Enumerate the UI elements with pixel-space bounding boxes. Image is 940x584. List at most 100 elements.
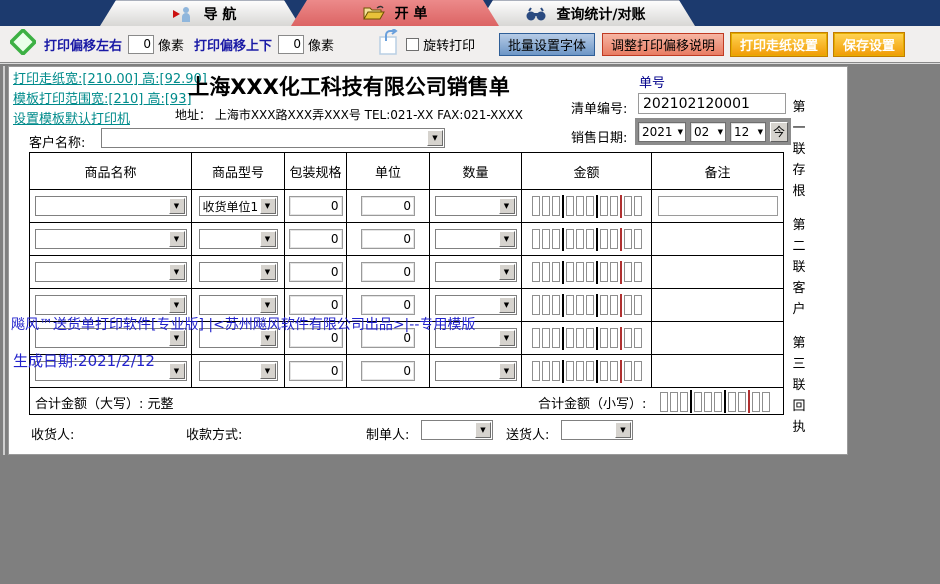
tab-query-stats[interactable]: 查询统计/对账 — [477, 0, 695, 26]
quantity-dropdown[interactable]: ▼ — [435, 262, 517, 282]
quantity-dropdown[interactable]: ▼ — [435, 328, 517, 348]
amount-grid[interactable] — [532, 228, 642, 251]
table-row: ▼ ▼ ▼ — [30, 223, 783, 256]
spec-input[interactable] — [289, 196, 343, 216]
unit-input[interactable] — [361, 328, 415, 348]
save-settings-button[interactable]: 保存设置 — [834, 33, 904, 56]
product-model-dropdown[interactable]: ▼ — [199, 229, 278, 249]
chevron-down-icon: ▼ — [499, 297, 515, 313]
product-name-dropdown[interactable]: ▼ — [35, 196, 187, 216]
rotate-print-checkbox[interactable] — [406, 38, 419, 51]
col-header-amount: 金额 — [522, 153, 652, 190]
amount-grid[interactable] — [532, 195, 642, 218]
chevron-down-icon: ▼ — [169, 198, 185, 214]
product-model-dropdown[interactable]: ▼ — [199, 295, 278, 315]
offset-help-button[interactable]: 调整打印偏移说明 — [602, 33, 724, 56]
table-row: ▼ 收货单位1▼ ▼ — [30, 190, 783, 223]
tab-billing[interactable]: 开 单 — [291, 0, 499, 26]
list-no-input[interactable] — [638, 93, 786, 114]
offset-lr-label: 打印偏移左右 — [44, 35, 122, 54]
offset-lr-input[interactable] — [128, 35, 154, 54]
product-model-dropdown[interactable]: 收货单位1▼ — [199, 196, 278, 216]
year-dropdown[interactable]: 2021▼ — [638, 122, 686, 142]
chevron-down-icon: ▼ — [427, 130, 443, 146]
order-maker-dropdown[interactable]: ▼ — [421, 420, 493, 440]
quantity-dropdown[interactable]: ▼ — [435, 196, 517, 216]
paper-feed-button[interactable]: 打印走纸设置 — [731, 33, 827, 56]
col-header-unit: 单位 — [347, 153, 430, 190]
deliverer-dropdown[interactable]: ▼ — [561, 420, 633, 440]
tab-navigation-label: 导 航 — [204, 4, 237, 24]
unit-input[interactable] — [361, 262, 415, 282]
amount-grid[interactable] — [660, 390, 770, 413]
remark-input[interactable] — [658, 196, 778, 216]
product-name-dropdown[interactable]: ▼ — [35, 262, 187, 282]
spec-input[interactable] — [289, 229, 343, 249]
offset-ud-input[interactable] — [278, 35, 304, 54]
app-window: 导 航 开 单 查询统计/对账 打印偏移左右 像素 打印偏移上下 像素 旋转 — [0, 0, 940, 584]
chevron-down-icon: ▼ — [499, 330, 515, 346]
quantity-dropdown[interactable]: ▼ — [435, 229, 517, 249]
spec-input[interactable] — [289, 262, 343, 282]
product-name-dropdown[interactable]: ▼ — [35, 295, 187, 315]
left-splitter[interactable] — [3, 66, 5, 455]
rotate-print-label: 旋转打印 — [423, 35, 475, 54]
table-row: ▼ ▼ ▼ — [30, 256, 783, 289]
table-header-row: 商品名称 商品型号 包装规格 单位 数量 金额 备注 — [30, 153, 783, 190]
col-header-qty: 数量 — [430, 153, 522, 190]
batch-font-button[interactable]: 批量设置字体 — [499, 33, 595, 56]
product-name-dropdown[interactable]: ▼ — [35, 229, 187, 249]
chevron-down-icon: ▼ — [260, 264, 276, 280]
binoculars-icon — [526, 7, 546, 21]
chevron-down-icon: ▼ — [615, 422, 631, 438]
day-dropdown[interactable]: 12▼ — [730, 122, 766, 142]
customer-dropdown[interactable]: ▼ — [101, 128, 445, 148]
spec-input[interactable] — [289, 295, 343, 315]
navigate-person-icon — [164, 6, 194, 22]
unit-input[interactable] — [361, 229, 415, 249]
copy-1-label: 第一联存根 — [791, 97, 807, 202]
copy-2-label: 第二联客户 — [791, 215, 807, 320]
total-row: 合计金额（大写）: 元整 合计金额（小写）: — [30, 388, 783, 414]
amount-grid[interactable] — [532, 294, 642, 317]
total-upper-label: 合计金额（大写）: — [35, 397, 143, 412]
sale-date-label: 销售日期: — [571, 127, 627, 146]
chevron-down-icon: ▼ — [676, 128, 685, 136]
month-value: 02 — [694, 125, 709, 139]
chevron-down-icon: ▼ — [499, 231, 515, 247]
chevron-down-icon: ▼ — [169, 330, 185, 346]
quantity-dropdown[interactable]: ▼ — [435, 295, 517, 315]
tab-navigation[interactable]: 导 航 — [100, 0, 300, 26]
today-button[interactable]: 今 — [770, 122, 788, 142]
deliverer-label: 送货人: — [506, 424, 549, 443]
open-folder-icon — [363, 5, 385, 21]
chevron-down-icon: ▼ — [260, 330, 276, 346]
px-label-2: 像素 — [308, 35, 334, 54]
product-model-dropdown[interactable]: ▼ — [199, 361, 278, 381]
chevron-down-icon: ▼ — [260, 198, 276, 214]
month-dropdown[interactable]: 02▼ — [690, 122, 726, 142]
chevron-down-icon: ▼ — [499, 198, 515, 214]
product-model-dropdown[interactable]: ▼ — [199, 262, 278, 282]
unit-input[interactable] — [361, 196, 415, 216]
chevron-down-icon: ▼ — [169, 297, 185, 313]
chevron-down-icon: ▼ — [499, 363, 515, 379]
quantity-dropdown[interactable]: ▼ — [435, 361, 517, 381]
product-model-dropdown[interactable]: ▼ — [199, 328, 278, 348]
payment-method-label: 收款方式: — [186, 424, 242, 443]
copy-labels: 第一联存根 第二联客户 第三联回执 — [791, 97, 807, 438]
year-value: 2021 — [642, 125, 673, 139]
offset-ud-label: 打印偏移上下 — [194, 35, 272, 54]
product-name-dropdown[interactable]: ▼ — [35, 328, 187, 348]
unit-input[interactable] — [361, 295, 415, 315]
unit-input[interactable] — [361, 361, 415, 381]
col-header-remark: 备注 — [652, 153, 783, 190]
amount-grid[interactable] — [532, 327, 642, 350]
default-printer-link[interactable]: 设置模板默认打印机 — [13, 110, 207, 130]
order-no-label: 单号 — [639, 72, 665, 91]
spec-input[interactable] — [289, 328, 343, 348]
amount-grid[interactable] — [532, 261, 642, 284]
amount-grid[interactable] — [532, 360, 642, 383]
spec-input[interactable] — [289, 361, 343, 381]
day-value: 12 — [734, 125, 749, 139]
